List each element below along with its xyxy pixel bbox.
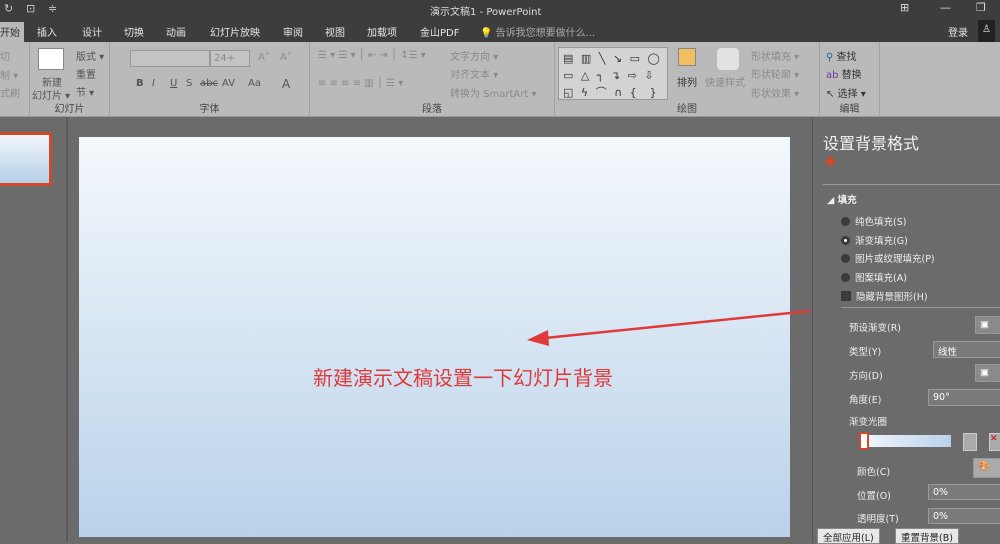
gradient-stops-slider[interactable] <box>859 435 951 447</box>
color-label: 颜色(C) <box>857 467 891 478</box>
direction-label: 方向(D) <box>849 371 883 382</box>
add-stop-button[interactable] <box>963 433 977 451</box>
transparency-input[interactable]: 0% <box>928 508 1000 524</box>
picture-fill-radio[interactable]: 图片或纹理填充(P) <box>841 251 935 265</box>
position-input[interactable]: 0% <box>928 484 1000 500</box>
pane-title: 设置背景格式 <box>823 134 920 153</box>
position-label: 位置(O) <box>857 491 891 502</box>
format-background-pane: 设置背景格式 ◆ ◢ 填充 纯色填充(S) 渐变填充(G) 图片或纹理填充(P)… <box>812 117 1000 544</box>
fill-bucket-icon[interactable]: ◆ <box>825 153 836 169</box>
gradient-stops-label: 渐变光圈 <box>849 417 888 428</box>
hide-background-checkbox[interactable]: 隐藏背景图形(H) <box>841 289 928 303</box>
color-picker-button[interactable]: 🎨 <box>973 458 1000 478</box>
solid-fill-radio[interactable]: 纯色填充(S) <box>841 214 906 228</box>
type-dropdown[interactable]: 线性 <box>933 341 1000 358</box>
preset-gradient-label: 预设渐变(R) <box>849 323 902 334</box>
direction-dropdown[interactable]: ▣ <box>975 364 1000 382</box>
gradient-fill-radio[interactable]: 渐变填充(G) <box>841 233 908 247</box>
pattern-fill-radio[interactable]: 图案填充(A) <box>841 270 907 284</box>
divider <box>823 184 1000 185</box>
angle-label: 角度(E) <box>849 395 882 406</box>
angle-input[interactable]: 90° <box>928 389 1000 406</box>
transparency-label: 透明度(T) <box>857 514 899 525</box>
remove-stop-button[interactable]: ✕ <box>989 433 1000 451</box>
type-label: 类型(Y) <box>849 347 882 358</box>
gradient-stop-selected[interactable] <box>859 432 869 450</box>
divider <box>841 307 1000 308</box>
fill-section-header[interactable]: ◢ 填充 <box>827 192 857 206</box>
preset-gradient-dropdown[interactable]: ▣ <box>975 316 1000 334</box>
